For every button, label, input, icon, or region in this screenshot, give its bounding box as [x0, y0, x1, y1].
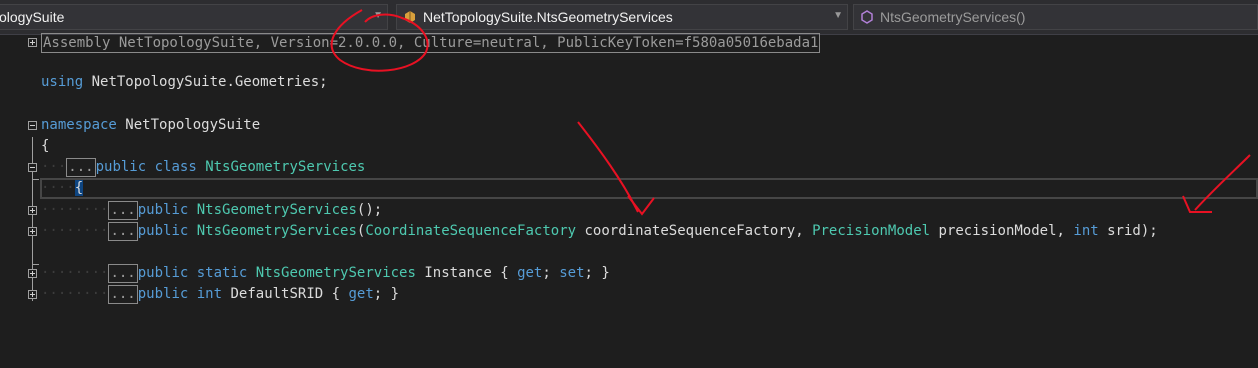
- class-icon: [405, 11, 415, 23]
- code-editor[interactable]: Assembly NetTopologySuite, Version=2.0.0…: [0, 33, 1258, 308]
- code-line: ········... public NtsGeometryServices();: [0, 200, 1258, 221]
- code-line: namespace NetTopologySuite: [0, 115, 1258, 136]
- param-name: srid);: [1098, 223, 1158, 239]
- code-line: using NetTopologySuite.Geometries;: [0, 72, 1258, 93]
- collapsed-doc-comment[interactable]: ...: [108, 201, 138, 220]
- code-line: ········... public NtsGeometryServices(Co…: [0, 221, 1258, 242]
- property-name: Instance {: [415, 265, 518, 281]
- namespace-name: NetTopologySuite: [125, 117, 261, 133]
- chevron-down-icon[interactable]: ▼: [373, 10, 383, 21]
- class-name: NtsGeometryServices: [205, 159, 366, 175]
- param-type: int: [1073, 223, 1099, 239]
- assembly-info[interactable]: Assembly NetTopologySuite, Version=2.0.0…: [41, 33, 821, 53]
- class-keyword: class: [154, 159, 197, 175]
- using-keyword: using: [41, 74, 84, 90]
- constructor-name: NtsGeometryServices: [196, 202, 357, 218]
- property-type: NtsGeometryServices: [255, 265, 416, 281]
- code-line: ········... public static NtsGeometryServ…: [0, 263, 1258, 284]
- public-keyword: public: [137, 265, 189, 281]
- code-line: {: [0, 136, 1258, 157]
- param-type: PrecisionModel: [812, 223, 931, 239]
- collapsed-doc-comment[interactable]: ...: [108, 264, 138, 283]
- code-line: Assembly NetTopologySuite, Version=2.0.0…: [0, 33, 1258, 54]
- public-keyword: public: [137, 223, 189, 239]
- public-keyword: public: [95, 159, 147, 175]
- semicolon: ; }: [584, 265, 610, 281]
- static-keyword: static: [196, 265, 248, 281]
- using-namespace: NetTopologySuite.Geometries;: [91, 74, 328, 90]
- semicolon: ;: [542, 265, 560, 281]
- code-line: ···... public class NtsGeometryServices: [0, 157, 1258, 178]
- collapse-icon[interactable]: [28, 163, 37, 172]
- method-icon: [861, 10, 873, 24]
- collapsed-doc-comment[interactable]: ...: [108, 285, 138, 304]
- param-type: CoordinateSequenceFactory: [365, 223, 577, 239]
- expand-icon[interactable]: [28, 38, 37, 47]
- expand-icon[interactable]: [28, 227, 37, 236]
- type-dropdown-value: NetTopologySuite.NtsGeometryServices: [423, 9, 673, 25]
- code-line: ········... public int DefaultSRID { get;…: [0, 284, 1258, 305]
- collapsed-doc-comment[interactable]: ...: [108, 222, 138, 241]
- set-keyword: set: [559, 265, 585, 281]
- constructor-params: ();: [356, 202, 383, 218]
- property-name: DefaultSRID {: [222, 286, 349, 302]
- expand-icon[interactable]: [28, 269, 37, 278]
- project-dropdown[interactable]: ologySuite ▼: [0, 4, 388, 30]
- code-line: ····{: [41, 180, 84, 196]
- int-keyword: int: [196, 286, 223, 302]
- member-dropdown-value: NtsGeometryServices(): [880, 9, 1026, 25]
- navigation-bar: ologySuite ▼ NetTopologySuite.NtsGeometr…: [0, 0, 1258, 35]
- collapsed-attributes[interactable]: ...: [66, 158, 96, 177]
- collapse-icon[interactable]: [28, 121, 37, 130]
- get-keyword: get: [348, 286, 374, 302]
- project-dropdown-value: ologySuite: [0, 9, 65, 25]
- constructor-name: NtsGeometryServices: [196, 223, 357, 239]
- semicolon: ; }: [373, 286, 400, 302]
- type-dropdown[interactable]: NetTopologySuite.NtsGeometryServices ▼: [396, 4, 848, 30]
- public-keyword: public: [137, 202, 189, 218]
- get-keyword: get: [517, 265, 543, 281]
- param-name: coordinateSequenceFactory,: [576, 223, 813, 239]
- namespace-keyword: namespace: [41, 117, 117, 133]
- expand-icon[interactable]: [28, 206, 37, 215]
- expand-icon[interactable]: [28, 290, 37, 299]
- public-keyword: public: [137, 286, 189, 302]
- param-name: precisionModel,: [930, 223, 1074, 239]
- class-open-brace: {: [74, 180, 84, 196]
- chevron-down-icon[interactable]: ▼: [833, 10, 843, 21]
- member-dropdown[interactable]: NtsGeometryServices(): [853, 4, 1258, 30]
- open-brace: {: [41, 138, 50, 154]
